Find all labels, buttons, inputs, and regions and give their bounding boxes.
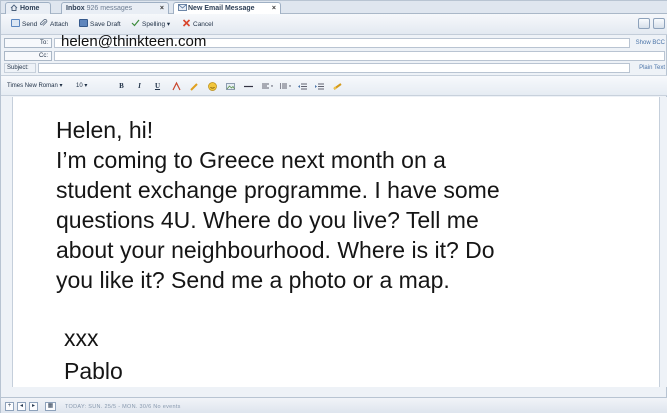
to-label[interactable]: To:	[4, 38, 52, 48]
underline-button[interactable]: U	[152, 81, 163, 92]
to-row: To: helen@thinkteen.com Show BCC	[1, 34, 667, 50]
smiley-icon	[208, 82, 217, 91]
signature: Pablo	[64, 358, 123, 384]
tab-home-label: Home	[20, 5, 40, 12]
attach-button[interactable]: Attach	[39, 18, 69, 30]
horizontal-rule-icon	[244, 85, 253, 88]
add-icon[interactable]: +	[5, 402, 14, 411]
spelling-button[interactable]: Spelling ▾	[131, 19, 170, 30]
cancel-label: Cancel	[193, 21, 214, 28]
tab-home[interactable]: Home	[5, 2, 51, 14]
subject-row: Subject: Plain Text	[1, 63, 667, 74]
to-field[interactable]: helen@thinkteen.com	[54, 34, 630, 50]
spellcheck-icon	[131, 19, 140, 27]
source-button[interactable]	[332, 81, 343, 92]
tab-inbox-title: Inbox	[66, 5, 85, 12]
save-draft-button[interactable]: Save Draft	[79, 19, 121, 30]
text-color-button[interactable]	[171, 81, 182, 92]
subject-label: Subject:	[4, 63, 36, 73]
cc-label[interactable]: Cc:	[4, 51, 52, 61]
compose-toolbar: Send Attach Save Draft Spelling ▾ Cancel	[1, 14, 667, 35]
bold-button[interactable]: B	[116, 81, 127, 92]
message-body: Helen, hi! I’m coming to Greece next mon…	[56, 115, 646, 295]
send-label: Send	[22, 21, 38, 28]
body-line: Helen, hi!	[56, 117, 154, 143]
save-draft-label: Save Draft	[90, 21, 121, 28]
body-line: questions 4U. Where do you live? Tell me	[56, 207, 479, 233]
to-value: helen@thinkteen.com	[61, 33, 207, 50]
mail-window: Home Home Inbox 926 messages × New Email…	[0, 0, 667, 413]
calendar-status-bar: + ◂ ▸ ▦ TODAY: SUN. 25/5 - MON. 30/6 No …	[1, 397, 667, 413]
tab-new-email-label: New Email Message	[188, 5, 255, 12]
list-icon	[279, 83, 291, 89]
sign-off: xxx	[64, 325, 99, 351]
calendar-icon[interactable]: ▦	[45, 402, 56, 411]
spelling-label: Spelling ▾	[142, 21, 171, 28]
editor-left-margin	[1, 97, 13, 387]
list-button[interactable]	[279, 81, 293, 92]
message-body-editor[interactable]: Helen, hi! I’m coming to Greece next mon…	[13, 97, 659, 387]
body-line: I’m coming to Greece next month on a	[56, 147, 446, 173]
layout-toggle-button[interactable]	[638, 18, 650, 29]
tab-bar: Home Home Inbox 926 messages × New Email…	[1, 1, 667, 15]
outdent-button[interactable]	[297, 81, 308, 92]
next-arrow-icon[interactable]: ▸	[29, 402, 38, 411]
plain-text-link[interactable]: Plain Text	[639, 64, 665, 72]
align-button[interactable]	[261, 81, 275, 92]
highlighter-icon	[190, 83, 198, 91]
cancel-icon	[182, 19, 191, 27]
cc-row: Cc:	[1, 51, 667, 62]
indent-icon	[315, 83, 324, 90]
body-line: about your neighbourhood. Where is it? D…	[56, 237, 495, 263]
paperclip-icon	[39, 18, 48, 27]
subject-field[interactable]	[38, 63, 630, 73]
cancel-button[interactable]: Cancel	[182, 19, 213, 30]
text-color-icon	[172, 81, 181, 91]
attach-label: Attach	[50, 21, 69, 28]
tab-inbox[interactable]: Home Inbox 926 messages ×	[61, 2, 169, 14]
indent-button[interactable]	[314, 81, 325, 92]
source-icon	[333, 83, 342, 90]
highlight-button[interactable]	[189, 81, 200, 92]
home-icon	[10, 4, 18, 11]
outdent-icon	[298, 83, 307, 90]
format-toolbar: Times New Roman ▾ 10 ▾ B I U	[1, 75, 667, 96]
save-icon	[79, 19, 88, 27]
close-icon[interactable]: ×	[272, 3, 276, 14]
font-size-select[interactable]: 10 ▾	[76, 82, 87, 92]
prev-arrow-icon[interactable]: ◂	[17, 402, 26, 411]
editor-scrollbar[interactable]	[659, 97, 667, 387]
image-icon	[226, 83, 235, 90]
italic-button[interactable]: I	[134, 81, 145, 92]
cc-field[interactable]	[54, 51, 665, 61]
send-icon	[11, 19, 20, 27]
align-left-icon	[262, 83, 273, 89]
body-line: student exchange programme. I have some	[56, 177, 500, 203]
inbox-count: 926 messages	[86, 5, 133, 12]
show-bcc-link[interactable]: Show BCC	[636, 39, 665, 47]
emoticon-button[interactable]	[207, 81, 218, 92]
font-family-select[interactable]: Times New Roman ▾	[7, 82, 62, 92]
horizontal-rule-button[interactable]	[243, 81, 254, 92]
options-button[interactable]	[653, 18, 665, 29]
send-button[interactable]: Send	[11, 19, 37, 30]
insert-image-button[interactable]	[225, 81, 236, 92]
body-line: you like it? Send me a photo or a map.	[56, 267, 450, 293]
status-text: TODAY: SUN. 25/5 - MON. 30/6 No events	[65, 404, 181, 410]
close-icon[interactable]: ×	[160, 3, 164, 14]
envelope-icon	[178, 4, 187, 11]
